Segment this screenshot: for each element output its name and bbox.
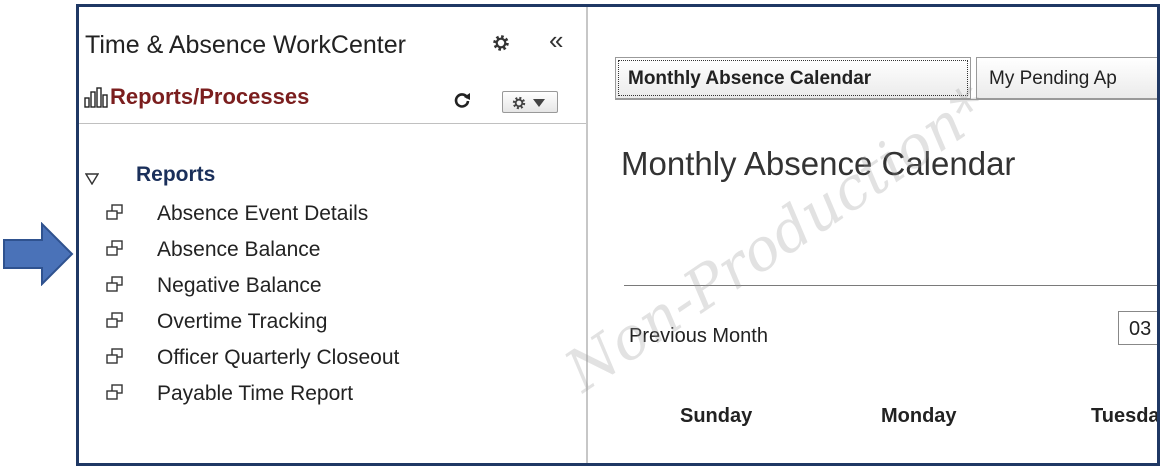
report-item-label[interactable]: Overtime Tracking <box>157 310 327 334</box>
workcenter-title: Time & Absence WorkCenter <box>85 31 406 59</box>
collapse-triangle-icon[interactable] <box>85 173 99 185</box>
report-item-label[interactable]: Officer Quarterly Closeout <box>157 346 399 370</box>
pagelet-header: Reports/Processes <box>79 74 586 124</box>
report-list: Absence Event Details Absence Balance Ne… <box>79 201 586 417</box>
chevron-down-icon <box>533 99 545 107</box>
report-item-officer-quarterly-closeout[interactable]: Officer Quarterly Closeout <box>79 345 586 381</box>
previous-month-link[interactable]: Previous Month <box>629 325 768 348</box>
new-window-icon <box>106 384 123 400</box>
tab-my-pending-approvals[interactable]: My Pending Ap <box>976 57 1157 99</box>
report-item-label[interactable]: Absence Balance <box>157 238 320 262</box>
screenshot-frame: Time & Absence WorkCenter « Reports/Proc… <box>76 4 1160 466</box>
reports-section-label[interactable]: Reports <box>136 163 215 187</box>
report-item-label[interactable]: Payable Time Report <box>157 382 353 406</box>
day-header-monday: Monday <box>881 405 957 427</box>
report-item-absence-balance[interactable]: Absence Balance <box>79 237 586 273</box>
tab-monthly-absence-calendar[interactable]: Monthly Absence Calendar <box>615 57 971 99</box>
gear-icon <box>512 96 526 110</box>
section-divider <box>624 285 1157 286</box>
month-select[interactable]: 03 <box>1118 311 1157 345</box>
report-item-label[interactable]: Negative Balance <box>157 274 322 298</box>
report-item-negative-balance[interactable]: Negative Balance <box>79 273 586 309</box>
day-header-sunday: Sunday <box>680 405 753 427</box>
collapse-panel-icon[interactable]: « <box>549 27 563 53</box>
main-content: Monthly Absence Calendar My Pending Ap M… <box>590 7 1157 463</box>
new-window-icon <box>106 240 123 256</box>
report-item-label[interactable]: Absence Event Details <box>157 202 368 226</box>
callout-arrow-icon <box>3 222 74 286</box>
report-item-overtime-tracking[interactable]: Overtime Tracking <box>79 309 586 345</box>
report-item-payable-time-report[interactable]: Payable Time Report <box>79 381 586 417</box>
refresh-icon[interactable] <box>453 91 471 109</box>
tab-divider <box>615 99 1157 100</box>
workcenter-panel: Time & Absence WorkCenter « Reports/Proc… <box>79 7 588 463</box>
new-window-icon <box>106 204 123 220</box>
new-window-icon <box>106 348 123 364</box>
new-window-icon <box>106 276 123 292</box>
report-item-absence-event-details[interactable]: Absence Event Details <box>79 201 586 237</box>
new-window-icon <box>106 312 123 328</box>
pagelet-options-button[interactable] <box>502 91 558 113</box>
gear-icon[interactable] <box>491 33 511 53</box>
bar-chart-icon <box>84 87 108 108</box>
day-header-tuesday: Tuesda <box>1091 405 1160 427</box>
pagelet-title: Reports/Processes <box>110 84 310 109</box>
page-title: Monthly Absence Calendar <box>621 145 1016 182</box>
